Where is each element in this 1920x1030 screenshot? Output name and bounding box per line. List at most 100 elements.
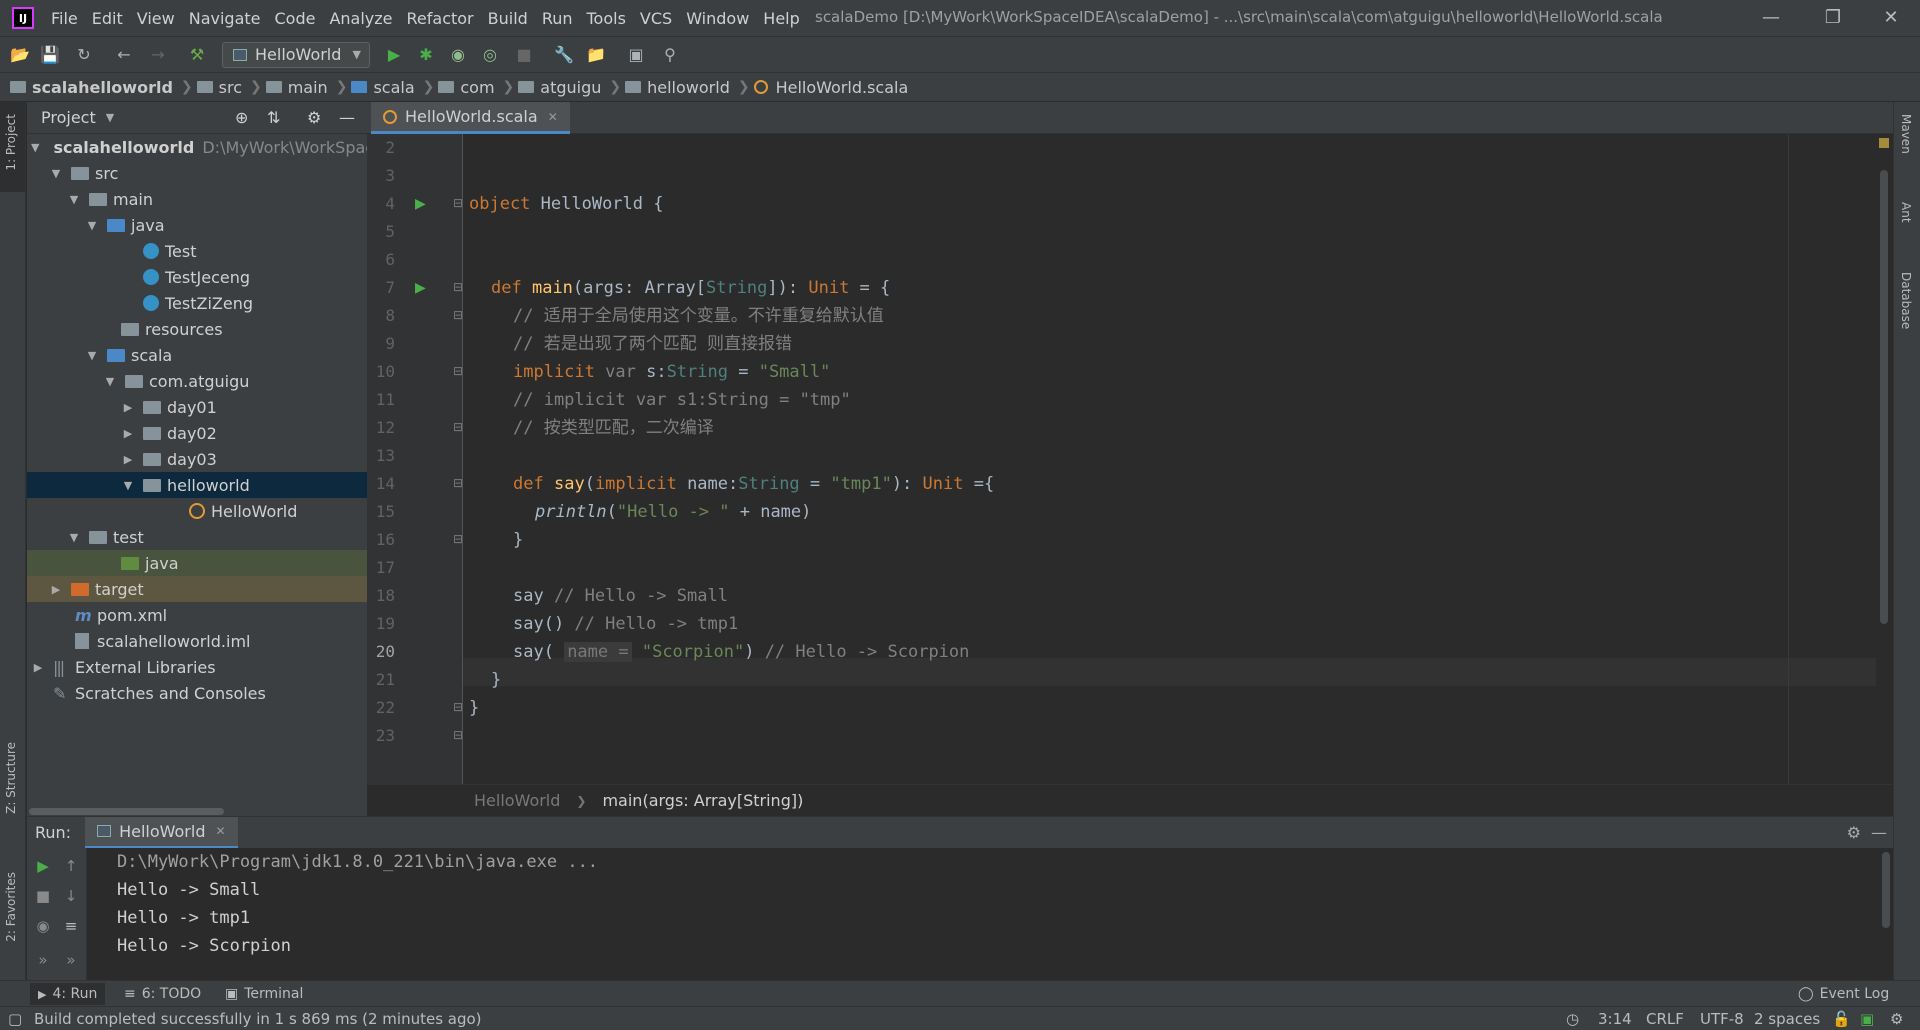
fold-icon[interactable]: ⊟ [453, 420, 463, 434]
locate-target-icon[interactable]: ⊕ [235, 108, 248, 127]
run-gutter-icon[interactable]: ▶ [415, 196, 426, 212]
run-with-coverage-icon[interactable]: ◉ [446, 43, 470, 67]
run-tab-helloworld[interactable]: HelloWorld ✕ [85, 816, 238, 849]
project-tool-tab[interactable]: 1: Project [4, 114, 18, 171]
tree-item[interactable]: scalahelloworld.iml [27, 628, 367, 654]
menu-refactor[interactable]: Refactor [400, 9, 481, 28]
menu-analyze[interactable]: Analyze [322, 9, 399, 28]
rerun-icon[interactable]: ▶ [31, 854, 55, 878]
tree-item[interactable]: ▼ main [27, 186, 367, 212]
more-icon[interactable]: » [59, 948, 83, 972]
menu-code[interactable]: Code [268, 9, 323, 28]
search-icon[interactable]: ⚲ [658, 43, 682, 67]
menu-edit[interactable]: Edit [85, 9, 130, 28]
chevron-down-icon[interactable]: ▼ [106, 111, 114, 124]
restore-icon[interactable]: ❐ [1808, 4, 1858, 32]
run-tool-tab[interactable]: ▶ 4: Run [30, 983, 106, 1005]
profile-icon[interactable]: ◎ [478, 43, 502, 67]
tree-horizontal-scrollbar[interactable] [27, 806, 367, 816]
close-tab-icon[interactable]: ✕ [548, 110, 558, 124]
fold-icon[interactable]: ⊟ [453, 700, 463, 714]
scrollbar-thumb[interactable] [1880, 170, 1888, 624]
hide-panel-icon[interactable]: — [1871, 823, 1887, 842]
menu-help[interactable]: Help [756, 9, 806, 28]
hide-panel-icon[interactable]: — [339, 108, 355, 127]
tree-item[interactable]: ▶ day01 [27, 394, 367, 420]
fold-icon[interactable]: ⊟ [453, 308, 463, 322]
tree-item[interactable]: TestZiZeng [27, 290, 367, 316]
breadcrumb-item[interactable]: src ❯ [196, 78, 262, 97]
terminal-tool-tab[interactable]: ▣ Terminal [225, 983, 303, 1005]
warning-marker-icon[interactable] [1879, 138, 1889, 148]
project-panel-title[interactable]: Project [41, 108, 96, 127]
back-icon[interactable]: ← [112, 43, 136, 67]
tree-item[interactable]: ▼ test [27, 524, 367, 550]
favorites-tool-tab[interactable]: 2: Favorites [4, 872, 18, 942]
menu-view[interactable]: View [130, 9, 182, 28]
database-tool-tab[interactable]: Database [1899, 272, 1913, 329]
fold-icon[interactable]: ⊟ [453, 364, 463, 378]
breadcrumb-class[interactable]: HelloWorld [474, 791, 560, 810]
tree-item[interactable]: ▶ target [27, 576, 367, 602]
stop-icon[interactable]: ■ [31, 884, 55, 908]
editor-vertical-scrollbar[interactable] [1876, 134, 1893, 784]
breadcrumb-item[interactable]: scalahelloworld ❯ [10, 78, 193, 97]
breadcrumb-item[interactable]: scala ❯ [351, 78, 434, 97]
memory-indicator-icon[interactable]: ▣ [1860, 1010, 1874, 1028]
tree-item[interactable]: resources [27, 316, 367, 342]
menu-window[interactable]: Window [679, 9, 756, 28]
tree-item[interactable]: HelloWorld [27, 498, 367, 524]
ant-tool-tab[interactable]: Ant [1899, 202, 1913, 223]
collapse-all-icon[interactable]: ⇅ [267, 108, 280, 127]
breadcrumb-item[interactable]: com ❯ [438, 78, 514, 97]
run-configuration-select[interactable]: HelloWorld ▼ [222, 42, 370, 68]
settings-wrench-icon[interactable]: 🔧 [552, 43, 576, 67]
soft-wrap-icon[interactable]: ≡ [59, 914, 83, 938]
menu-run[interactable]: Run [535, 9, 580, 28]
camera-icon[interactable]: ◉ [31, 914, 55, 938]
fold-icon[interactable]: ⊟ [453, 476, 463, 490]
breadcrumb-item[interactable]: helloworld ❯ [625, 78, 750, 97]
structure-tool-tab[interactable]: Z: Structure [4, 742, 18, 814]
tree-item[interactable]: ▶ day03 [27, 446, 367, 472]
breadcrumb-method[interactable]: main(args: Array[String]) [602, 791, 803, 810]
caret-position[interactable]: 3:14 [1598, 1010, 1632, 1028]
fold-icon[interactable]: ⊟ [453, 532, 463, 546]
tree-item[interactable]: ▼ scala [27, 342, 367, 368]
breadcrumb-item[interactable]: HelloWorld.scala [753, 78, 908, 97]
run-console[interactable]: D:\MyWork\Program\jdk1.8.0_221\bin\java.… [87, 848, 1893, 980]
breadcrumb-item[interactable]: main ❯ [265, 78, 347, 97]
menu-build[interactable]: Build [481, 9, 535, 28]
editor-tab-helloworld[interactable]: HelloWorld.scala ✕ [371, 102, 570, 134]
stop-icon[interactable]: ■ [512, 43, 536, 67]
event-log-tool-tab[interactable]: ◯ Event Log [1798, 983, 1889, 1005]
scrollbar-thumb[interactable] [29, 808, 224, 815]
lock-icon[interactable]: 🔓 [1832, 1010, 1851, 1028]
code-editor[interactable]: object HelloWorld { def main(args: Array… [463, 134, 1883, 784]
terminal-window-icon[interactable]: ▣ [624, 43, 648, 67]
fold-icon[interactable]: ⊟ [453, 728, 463, 742]
notifications-icon[interactable]: ⚙ [1890, 1010, 1903, 1028]
maven-tool-tab[interactable]: Maven [1899, 114, 1913, 154]
debug-icon[interactable]: ✱ [414, 43, 438, 67]
panel-toggle-icon[interactable]: ▢ [8, 1010, 22, 1028]
close-tab-icon[interactable]: ✕ [215, 824, 225, 838]
tree-item[interactable]: ▼ com.atguigu [27, 368, 367, 394]
menu-navigate[interactable]: Navigate [182, 9, 268, 28]
menu-tools[interactable]: Tools [580, 9, 633, 28]
tree-item[interactable]: ▶ day02 [27, 420, 367, 446]
tree-item[interactable]: TestJeceng [27, 264, 367, 290]
fold-icon[interactable]: ⊟ [453, 280, 463, 294]
tree-item-selected[interactable]: ▼ helloworld [27, 472, 367, 498]
scroll-down-icon[interactable]: ↓ [59, 884, 83, 908]
forward-icon[interactable]: → [146, 43, 170, 67]
tree-item[interactable]: java [27, 550, 367, 576]
menu-file[interactable]: File [44, 9, 85, 28]
tree-item[interactable]: Test [27, 238, 367, 264]
menu-vcs[interactable]: VCS [633, 9, 679, 28]
scroll-up-icon[interactable]: ↑ [59, 854, 83, 878]
run-icon[interactable]: ▶ [382, 43, 406, 67]
tree-item[interactable]: ▼ src [27, 160, 367, 186]
open-folder-icon[interactable]: 📂 [8, 43, 32, 67]
sync-icon[interactable]: ↻ [72, 43, 96, 67]
